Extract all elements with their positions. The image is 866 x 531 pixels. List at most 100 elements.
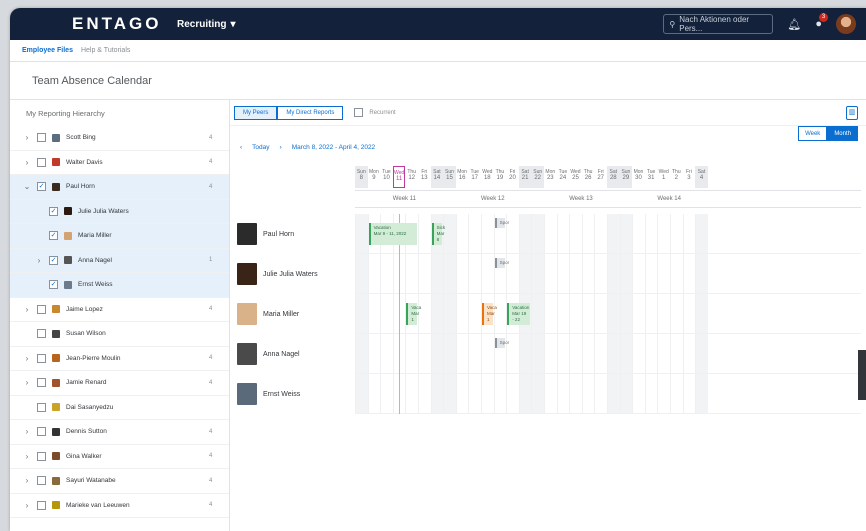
person-row-header[interactable]: Paul Horn <box>230 215 355 253</box>
tree-row[interactable]: › Marieke van Leeuwen 4 <box>10 494 229 518</box>
day-header[interactable]: Fri 27 <box>594 166 607 188</box>
day-header[interactable]: Mon 9 <box>368 166 381 188</box>
day-header[interactable]: Sun 15 <box>443 166 456 188</box>
tree-checkbox[interactable] <box>37 427 46 437</box>
person-lane[interactable]: Vacation Mar 9 - 11, 2022 Sick Mar 8 Spor <box>355 214 861 254</box>
chevron-right-icon[interactable]: › <box>280 144 282 151</box>
absence-event[interactable]: Vaca Mar 1 <box>406 303 421 325</box>
day-header[interactable]: Sat 14 <box>430 166 444 188</box>
day-header[interactable]: Mon 16 <box>456 166 469 188</box>
chevron-right-icon[interactable]: › <box>20 158 34 167</box>
tree-checkbox[interactable] <box>37 402 46 412</box>
notifications-icon[interactable]: ● 3 <box>815 13 828 30</box>
tree-checkbox[interactable]: ✓ <box>49 255 58 265</box>
tree-row[interactable]: › Sayuri Watanabe 4 <box>10 469 229 494</box>
app-logo[interactable]: ENTAGO <box>72 14 177 34</box>
person-row-header[interactable]: Maria Miller <box>230 295 355 333</box>
day-header[interactable]: Tue 17 <box>468 166 481 188</box>
tree-checkbox[interactable]: ✓ <box>49 231 58 241</box>
absence-event[interactable]: Sick Mar 8 <box>431 223 445 245</box>
recurrent-checkbox[interactable] <box>354 108 364 117</box>
day-header[interactable]: Sun 8 <box>355 166 368 188</box>
person-lane[interactable]: Spor <box>355 334 861 374</box>
absence-event[interactable]: Spor <box>494 218 509 228</box>
absence-event[interactable]: Vaca Mar 1 <box>482 303 497 325</box>
tree-checkbox[interactable]: ✓ <box>37 182 46 192</box>
tree-row[interactable]: › Gina Walker 4 <box>10 445 229 469</box>
tree-checkbox[interactable] <box>37 304 46 314</box>
side-panel-handle[interactable] <box>858 350 866 400</box>
my-peers-button[interactable]: My Peers <box>234 105 278 120</box>
absence-event[interactable]: Spor <box>494 258 509 268</box>
avatar[interactable] <box>836 14 856 34</box>
chevron-right-icon[interactable]: › <box>32 256 46 265</box>
tree-row[interactable]: ✓ Maria Miller <box>10 224 229 249</box>
day-header[interactable]: Thu 19 <box>494 166 507 188</box>
tree-checkbox[interactable] <box>37 378 46 388</box>
person-row-header[interactable]: Ernst Weiss <box>230 375 355 413</box>
tree-checkbox[interactable] <box>37 451 46 461</box>
day-header[interactable]: Thu 12 <box>405 166 418 188</box>
tree-row[interactable]: › ✓ Anna Nagel 1 <box>10 248 229 273</box>
chevron-right-icon[interactable]: › <box>20 378 34 387</box>
chevron-right-icon[interactable]: › <box>20 305 34 314</box>
week-view-button[interactable]: Week <box>798 126 828 141</box>
day-header[interactable]: Thu 26 <box>582 166 595 188</box>
module-menu[interactable]: Recruiting ▾ <box>177 19 235 30</box>
tree-checkbox[interactable]: ✓ <box>49 280 58 290</box>
tree-row[interactable]: › Jean-Pierre Moulin 4 <box>10 347 229 371</box>
tree-row[interactable]: › Jaime Lopez 4 <box>10 298 229 322</box>
person-row-header[interactable]: Julie Julia Waters <box>230 255 355 293</box>
day-header[interactable]: Sun 29 <box>619 166 633 188</box>
tree-checkbox[interactable] <box>37 476 46 486</box>
day-header[interactable]: Tue 24 <box>557 166 570 188</box>
person-lane[interactable]: Spor <box>355 254 861 294</box>
absence-event[interactable]: Vacation Mar 9 - 11, 2022 <box>368 223 417 245</box>
tree-row[interactable]: › Walter Davis 4 <box>10 151 229 175</box>
day-header[interactable]: Thu 2 <box>670 166 683 188</box>
recurrent-toggle[interactable]: Recurrent <box>351 108 396 117</box>
tree-row[interactable]: › Jamie Renard 4 <box>10 371 229 396</box>
tree-row[interactable]: ✓ Ernst Weiss <box>10 273 229 298</box>
month-view-button[interactable]: Month <box>827 126 858 141</box>
chevron-right-icon[interactable]: › <box>20 452 34 461</box>
nav-employee-files[interactable]: Employee Files <box>22 47 73 54</box>
day-header[interactable]: Mon 30 <box>632 166 645 188</box>
absence-event[interactable]: Vacation Mar 19 - 22 <box>507 303 531 325</box>
day-header[interactable]: Sat 28 <box>607 166 620 188</box>
my-direct-reports-button[interactable]: My Direct Reports <box>277 105 344 120</box>
day-header[interactable]: Fri 3 <box>683 166 696 188</box>
bell-icon[interactable]: 🔔︎ <box>787 18 801 31</box>
tree-row[interactable]: ✓ Julie Julia Waters <box>10 199 229 224</box>
day-header[interactable]: Wed 25 <box>569 166 582 188</box>
tree-checkbox[interactable] <box>37 353 46 363</box>
chevron-right-icon[interactable]: › <box>20 501 34 510</box>
person-lane[interactable] <box>355 374 861 414</box>
day-header[interactable]: Sat 4 <box>695 166 708 188</box>
chevron-right-icon[interactable]: › <box>20 133 34 142</box>
chevron-right-icon[interactable]: › <box>20 354 34 363</box>
day-header[interactable]: Fri 20 <box>506 166 519 188</box>
today-button[interactable]: Today <box>252 144 269 151</box>
day-header[interactable]: Wed 1 <box>657 166 670 188</box>
day-header[interactable]: Tue 31 <box>645 166 658 188</box>
day-header[interactable]: Mon 23 <box>544 166 557 188</box>
chevron-left-icon[interactable]: ‹ <box>240 144 242 151</box>
day-header[interactable]: Sat 21 <box>518 166 532 188</box>
grid-view-icon[interactable]: ▥ <box>846 106 858 120</box>
day-header[interactable]: Wed 18 <box>481 166 494 188</box>
tree-checkbox[interactable]: ✓ <box>49 206 58 216</box>
nav-help[interactable]: Help & Tutorials <box>81 47 130 54</box>
person-row-header[interactable]: Anna Nagel <box>230 335 355 373</box>
tree-row[interactable]: ⌄ ✓ Paul Horn 4 <box>10 175 229 200</box>
tree-checkbox[interactable] <box>37 133 46 143</box>
person-lane[interactable]: Vaca Mar 1 Vaca Mar 1 Vacation Mar 19 - 22 <box>355 294 861 334</box>
day-header[interactable]: Sun 22 <box>531 166 544 188</box>
tree-row[interactable]: Dai Sasanyedzu <box>10 396 229 420</box>
tree-checkbox[interactable] <box>37 157 46 167</box>
tree-row[interactable]: › Dennis Sutton 4 <box>10 420 229 445</box>
chevron-down-icon[interactable]: ⌄ <box>20 182 34 191</box>
date-range[interactable]: March 8, 2022 - April 4, 2022 <box>292 144 375 151</box>
chevron-right-icon[interactable]: › <box>20 427 34 436</box>
tree-checkbox[interactable] <box>37 500 46 510</box>
